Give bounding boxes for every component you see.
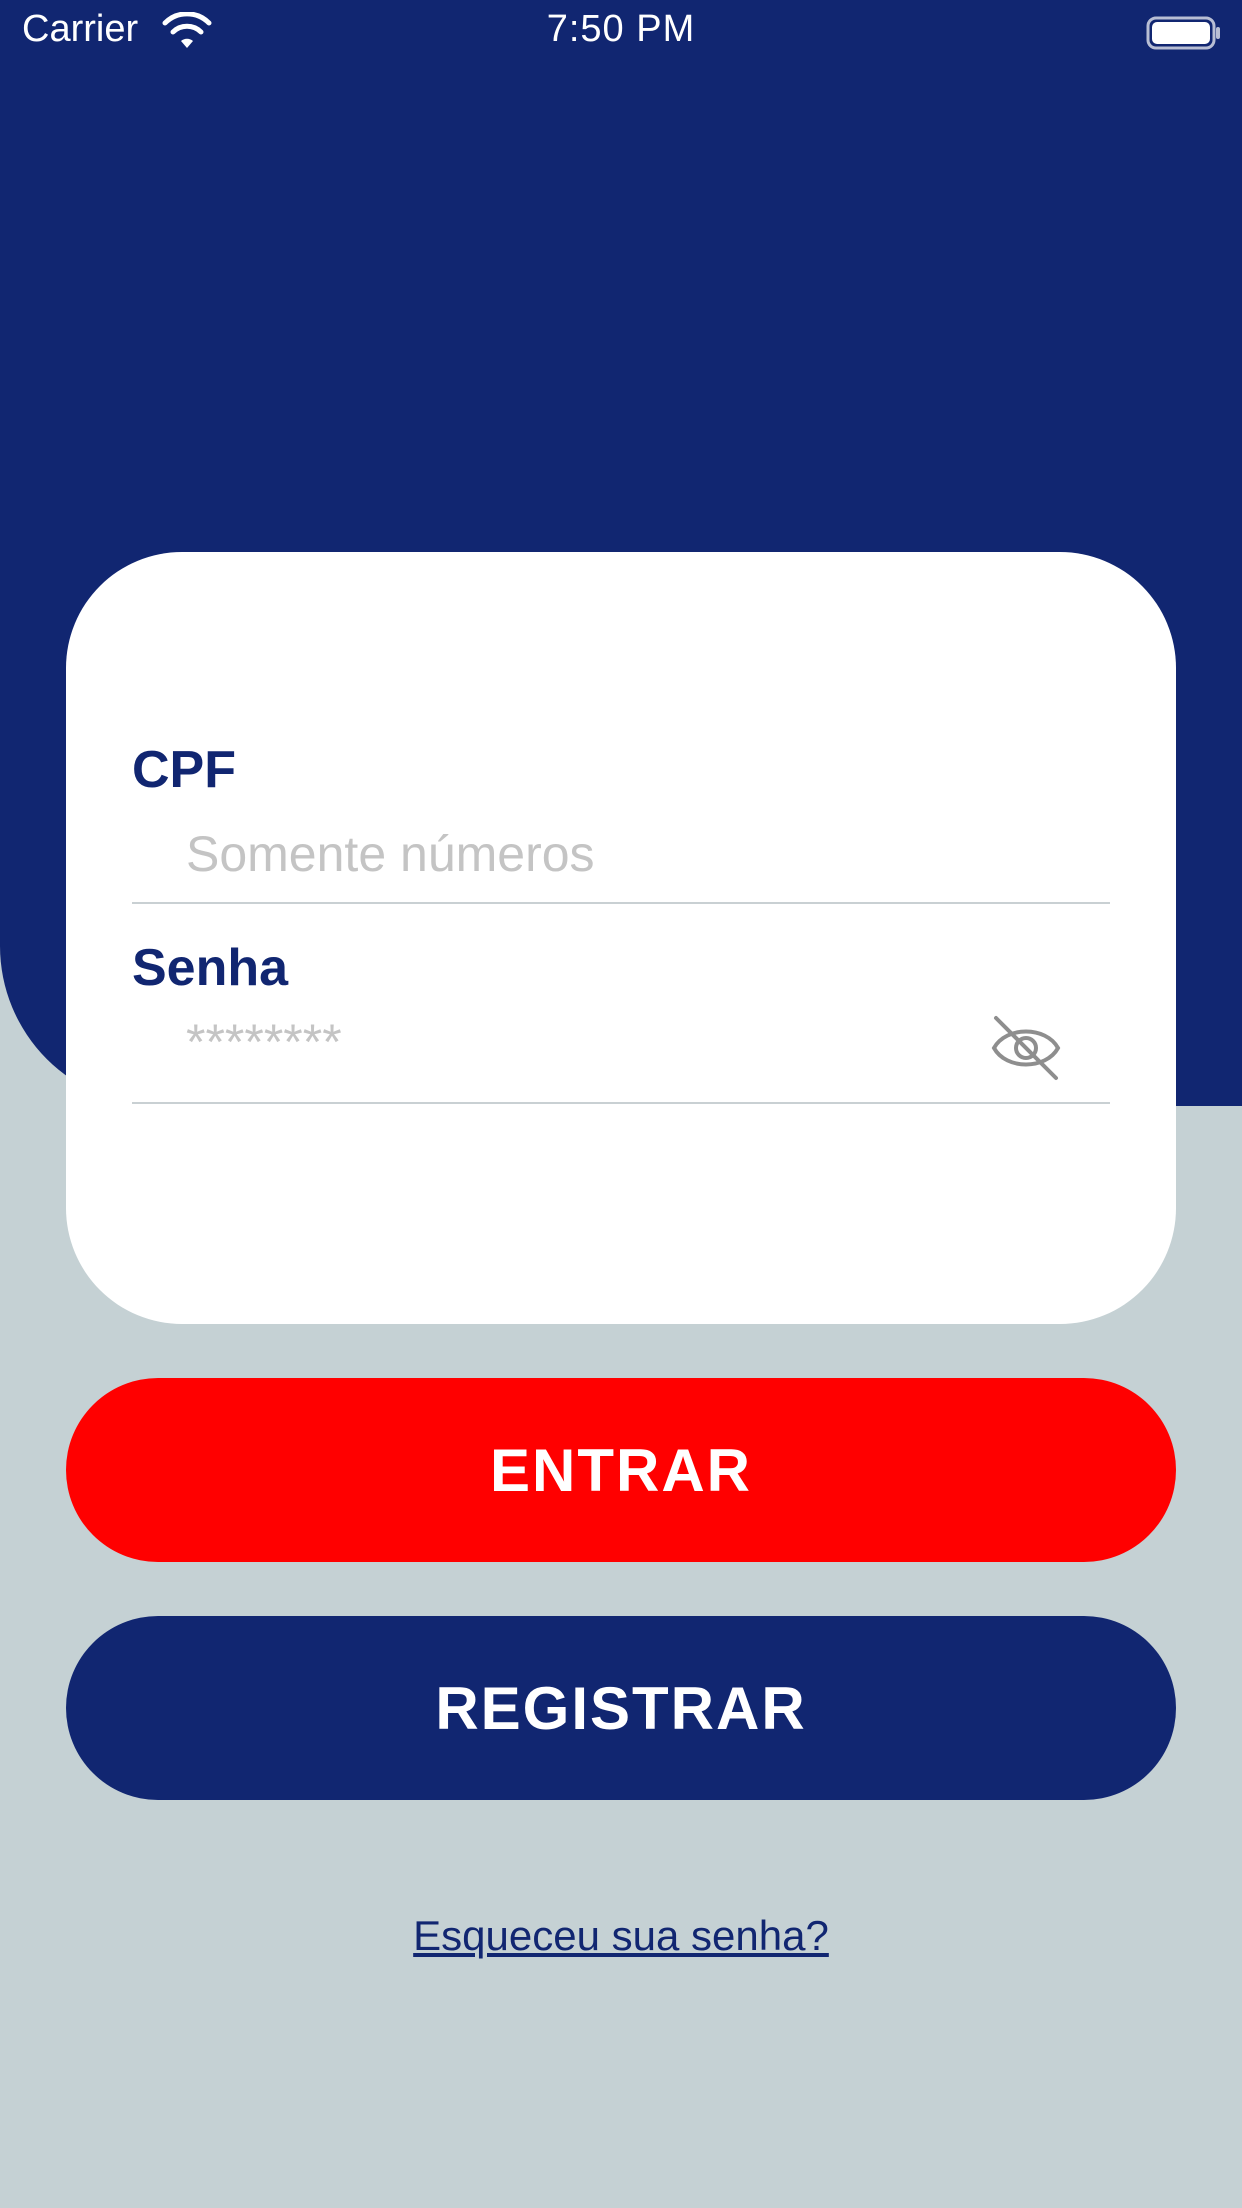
cpf-input[interactable] [186, 814, 1006, 894]
register-button[interactable]: REGISTRAR [66, 1616, 1176, 1800]
password-label: Senha [132, 939, 289, 997]
login-card: CPF Senha [66, 552, 1176, 1324]
password-input[interactable] [186, 1002, 946, 1082]
status-time: 7:50 PM [546, 8, 696, 50]
login-button[interactable]: ENTRAR [66, 1378, 1176, 1562]
forgot-password-link[interactable]: Esqueceu sua senha? [0, 1912, 1242, 1960]
battery-full-icon [1146, 16, 1220, 50]
eye-slash-icon[interactable] [986, 1012, 1066, 1084]
cpf-underline [132, 902, 1110, 904]
cpf-label: CPF [132, 741, 236, 799]
status-bar: Carrier 7:50 PM [0, 0, 1242, 66]
password-underline [132, 1102, 1110, 1104]
